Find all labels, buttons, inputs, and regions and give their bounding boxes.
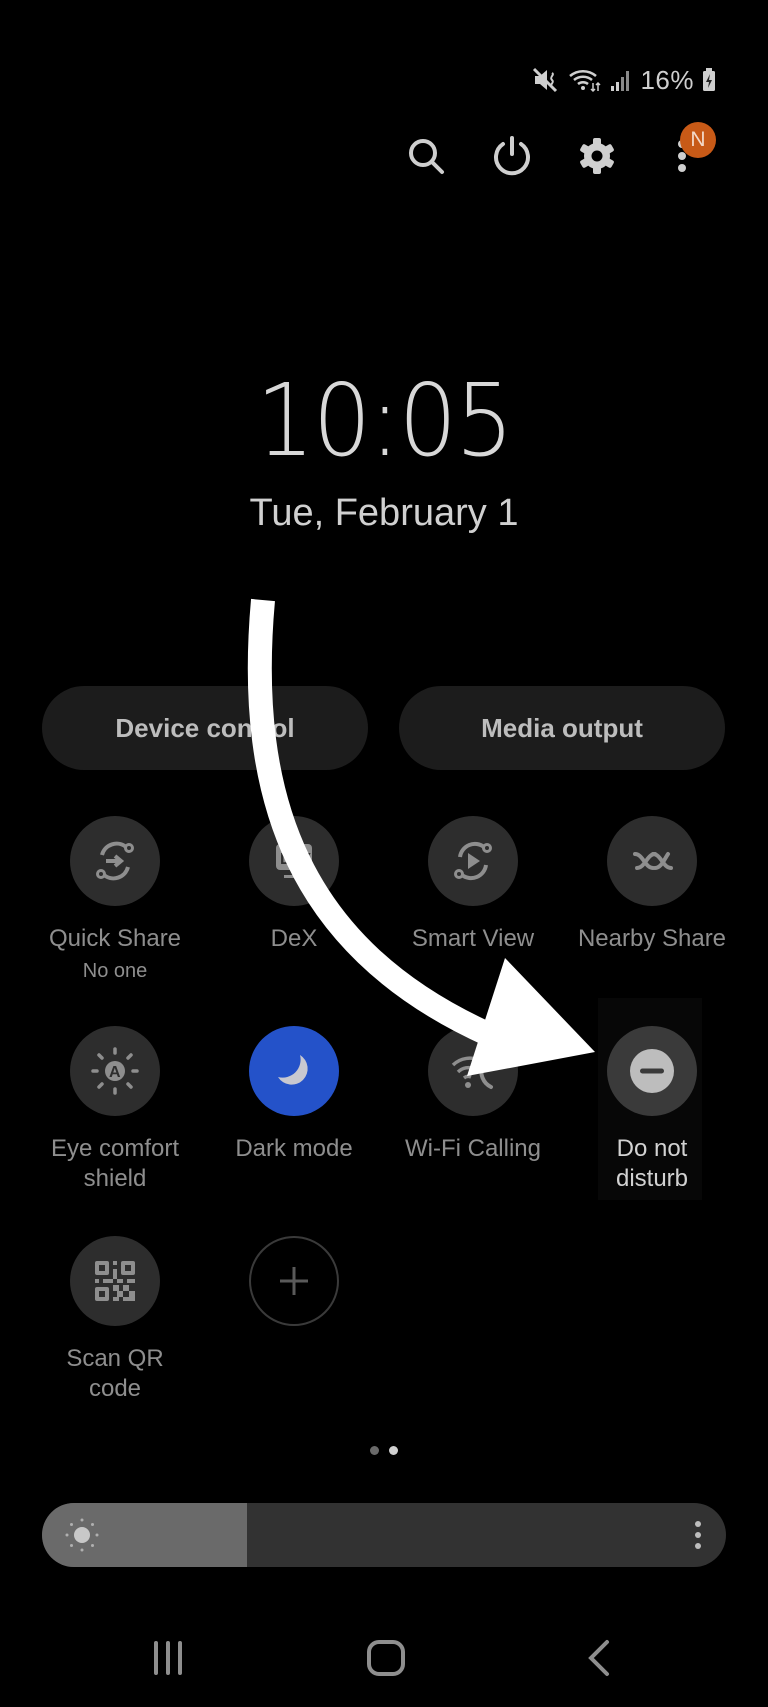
mute-vibrate-icon — [533, 67, 558, 93]
gear-icon — [580, 138, 614, 174]
tile-label: Do not disturb — [615, 1135, 689, 1192]
power-button[interactable] — [484, 128, 540, 184]
home-icon — [367, 1640, 405, 1676]
quick-share-icon — [96, 841, 134, 881]
qr-code-icon — [95, 1261, 135, 1301]
svg-text:DeX: DeX — [280, 851, 311, 868]
nearby-share-button[interactable] — [607, 816, 697, 906]
tile-eye-comfort-shield[interactable]: A Eye comfort shield — [25, 1026, 205, 1194]
tile-label: Dark mode — [235, 1135, 353, 1162]
tile-do-not-disturb[interactable]: Do not disturb — [562, 1026, 742, 1194]
search-button[interactable] — [398, 128, 454, 184]
device-control-button[interactable]: Device control — [42, 686, 368, 770]
tile-dark-mode[interactable]: Dark mode — [204, 1026, 384, 1164]
tile-quick-share[interactable]: Quick Share No one — [25, 816, 205, 983]
tile-add[interactable] — [204, 1236, 384, 1326]
power-icon — [494, 136, 530, 176]
tile-smart-view[interactable]: Smart View — [383, 816, 563, 954]
sun-icon — [65, 1518, 99, 1552]
do-not-disturb-icon — [630, 1049, 674, 1093]
brightness-slider[interactable] — [42, 1503, 726, 1567]
tile-sublabel: No one — [82, 960, 148, 982]
search-icon — [409, 139, 444, 174]
smart-view-button[interactable] — [428, 816, 518, 906]
svg-text:A: A — [109, 1064, 121, 1081]
device-control-label: Device control — [115, 712, 295, 743]
clock-date: Tue, February 1 — [249, 492, 519, 534]
notification-badge: N — [680, 122, 716, 158]
add-tile-button[interactable] — [249, 1236, 339, 1326]
brightness-more-icon[interactable] — [694, 1519, 702, 1551]
eye-comfort-icon: A — [91, 1047, 139, 1095]
wifi-calling-button[interactable] — [428, 1026, 518, 1116]
page-indicator-2[interactable] — [389, 1446, 398, 1455]
do-not-disturb-button[interactable] — [607, 1026, 697, 1116]
dark-mode-button[interactable] — [249, 1026, 339, 1116]
smart-view-icon — [454, 841, 492, 881]
media-output-button[interactable]: Media output — [399, 686, 725, 770]
battery-percent: 16% — [640, 64, 694, 95]
recents-icon — [154, 1641, 182, 1675]
tile-dex[interactable]: DeX DeX — [204, 816, 384, 954]
wifi-data-icon — [569, 69, 601, 93]
plus-icon — [280, 1267, 308, 1295]
back-icon — [588, 1640, 609, 1676]
status-bar: 16% — [532, 58, 716, 102]
nearby-share-icon — [633, 852, 673, 870]
tile-label: DeX — [270, 925, 318, 952]
tile-label: Scan QR code — [66, 1345, 164, 1402]
settings-button[interactable] — [569, 128, 625, 184]
tile-label: Nearby Share — [577, 925, 727, 952]
scan-qr-button[interactable] — [70, 1236, 160, 1326]
eye-comfort-button[interactable]: A — [70, 1026, 160, 1116]
tile-label: Quick Share — [48, 925, 182, 952]
dex-icon: DeX — [276, 844, 312, 878]
dex-button[interactable]: DeX — [249, 816, 339, 906]
tile-wifi-calling[interactable]: Wi-Fi Calling — [383, 1026, 563, 1164]
tile-label: Eye comfort shield — [50, 1135, 180, 1192]
tile-label: Smart View — [411, 925, 535, 952]
tile-label: Wi-Fi Calling — [404, 1135, 541, 1162]
quick-share-button[interactable] — [70, 816, 160, 906]
battery-charging-icon — [703, 68, 715, 91]
home-button[interactable] — [364, 1636, 408, 1680]
media-output-label: Media output — [481, 712, 643, 743]
recents-button[interactable] — [148, 1636, 188, 1680]
page-indicator-1[interactable] — [370, 1446, 379, 1455]
back-button[interactable] — [584, 1636, 614, 1680]
moon-icon — [278, 1055, 308, 1085]
clock-time: 10:05 — [256, 362, 514, 479]
tile-nearby-share[interactable]: Nearby Share — [562, 816, 742, 954]
signal-icon — [611, 71, 630, 91]
wifi-calling-icon — [451, 1056, 493, 1089]
tile-scan-qr-code[interactable]: Scan QR code — [25, 1236, 205, 1404]
